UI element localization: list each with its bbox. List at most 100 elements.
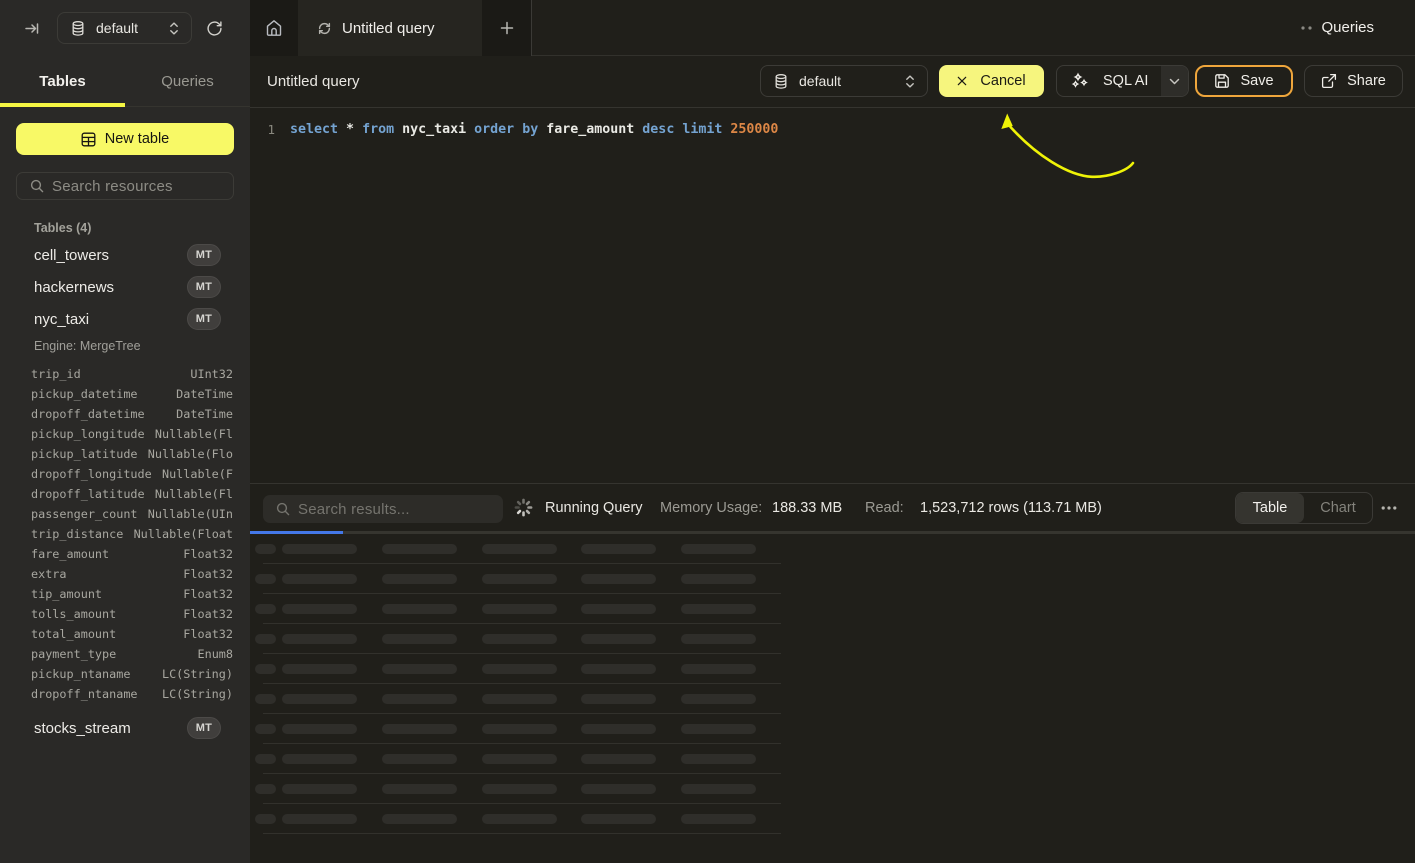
queries-launcher-label: Queries: [1321, 19, 1374, 36]
share-button[interactable]: Share: [1304, 65, 1403, 97]
skeleton-row: [250, 654, 1415, 684]
home-icon: [265, 19, 283, 37]
tab-untitled-query[interactable]: Untitled query: [298, 0, 482, 56]
app: default: [0, 0, 1415, 863]
memory-usage-value: 188.33 MB: [772, 484, 842, 531]
column-name: pickup_datetime: [31, 387, 138, 401]
sql-token: from: [362, 122, 402, 137]
column-type: LC(String): [162, 667, 233, 681]
column-row: passenger_countNullable(UIn: [0, 504, 250, 524]
topbar-right: Queries: [532, 0, 1415, 56]
share-label: Share: [1347, 73, 1386, 89]
sql-token: nyc_taxi: [402, 122, 474, 137]
database-icon: [775, 74, 787, 89]
column-type: Float32: [183, 607, 233, 621]
cancel-button[interactable]: Cancel: [939, 65, 1044, 97]
skeleton-cell: [382, 724, 457, 734]
sql-ai-label: SQL AI: [1103, 73, 1148, 89]
database-name: default: [96, 20, 138, 36]
save-button[interactable]: Save: [1195, 65, 1293, 97]
queries-launcher[interactable]: Queries: [1301, 19, 1374, 36]
skeleton-cell: [282, 784, 357, 794]
table-row-stocks_stream[interactable]: stocks_streamMT: [0, 712, 250, 744]
skeleton-cell: [382, 754, 457, 764]
search-icon: [276, 502, 290, 516]
ellipsis-icon: [1381, 506, 1397, 510]
column-row: pickup_ntanameLC(String): [0, 664, 250, 684]
column-row: dropoff_longitudeNullable(F: [0, 464, 250, 484]
skeleton-cell: [382, 694, 457, 704]
column-row: fare_amountFloat32: [0, 544, 250, 564]
column-name: tolls_amount: [31, 607, 116, 621]
sql-ai-button[interactable]: SQL AI: [1056, 65, 1189, 97]
sql-token: order by: [474, 122, 546, 137]
database-name: default: [799, 73, 841, 89]
new-tab-button[interactable]: [482, 0, 531, 56]
cancel-label: Cancel: [980, 73, 1025, 89]
table-name: hackernews: [34, 279, 114, 296]
skeleton-row: [250, 564, 1415, 594]
dots-icon: [1301, 26, 1312, 30]
skeleton-cell: [581, 574, 656, 584]
table-name: stocks_stream: [34, 720, 131, 737]
skeleton-cell: [581, 604, 656, 614]
skeleton-cell: [382, 634, 457, 644]
sync-running-icon: [318, 22, 331, 35]
sidebar-tab-tables[interactable]: Tables: [0, 56, 125, 106]
skeleton-cell: [282, 664, 357, 674]
skeleton-cell: [255, 664, 276, 674]
more-options-button[interactable]: [1381, 500, 1397, 516]
skeleton-cell: [581, 544, 656, 554]
database-selector-topbar[interactable]: default: [57, 12, 192, 44]
skeleton-cell: [255, 634, 276, 644]
sql-ai-dropdown[interactable]: [1161, 66, 1188, 96]
skeleton-cell: [382, 604, 457, 614]
memory-usage-label: Memory Usage:: [660, 484, 762, 531]
home-button[interactable]: [250, 0, 298, 56]
sidebar-search[interactable]: [16, 172, 234, 200]
column-row: tolls_amount Float32: [0, 604, 250, 624]
refresh-button[interactable]: [205, 19, 223, 37]
engine-badge: MT: [187, 308, 221, 330]
new-table-button[interactable]: New table: [16, 123, 234, 155]
tables-section-label: Tables (4): [0, 221, 250, 235]
skeleton-cell: [681, 784, 756, 794]
query-status: Running Query: [545, 484, 643, 531]
view-toggle-chart[interactable]: Chart: [1304, 493, 1372, 523]
column-name: dropoff_latitude: [31, 487, 145, 501]
skeleton-cell: [581, 664, 656, 674]
body-row: Tables Queries New table Tables (4) cell…: [0, 56, 1415, 863]
column-type: Nullable(Fl: [155, 427, 233, 441]
read-label: Read:: [865, 484, 904, 531]
column-name: pickup_latitude: [31, 447, 138, 461]
column-name: tip_amount: [31, 587, 102, 601]
chevron-up-down-icon: [905, 74, 915, 89]
sql-token: select: [290, 122, 346, 137]
collapse-sidebar-button[interactable]: [24, 20, 41, 37]
sql-editor[interactable]: 1 select * from nyc_taxi order by fare_a…: [250, 108, 1415, 483]
sql-ai-main[interactable]: SQL AI: [1057, 66, 1161, 96]
column-row: dropoff_datetimeDateTime: [0, 404, 250, 424]
skeleton-cell: [581, 754, 656, 764]
skeleton-cell: [482, 664, 557, 674]
skeleton-cell: [681, 724, 756, 734]
column-name: fare_amount: [31, 547, 109, 561]
sidebar-tab-queries[interactable]: Queries: [125, 56, 250, 106]
view-toggle-table[interactable]: Table: [1236, 493, 1304, 523]
results-search-input[interactable]: [298, 501, 488, 518]
engine-badge: MT: [187, 244, 221, 266]
skeleton-cell: [482, 544, 557, 554]
database-selector-header[interactable]: default: [760, 65, 928, 97]
skeleton-row: [250, 594, 1415, 624]
table-row-hackernews[interactable]: hackernewsMT: [0, 271, 250, 303]
sidebar-search-input[interactable]: [52, 178, 222, 195]
table-row-cell_towers[interactable]: cell_towersMT: [0, 239, 250, 271]
column-row: payment_typeEnum8: [0, 644, 250, 664]
chevron-down-icon: [1169, 78, 1180, 85]
database-icon: [72, 21, 84, 36]
table-row-nyc_taxi[interactable]: nyc_taxiMT: [0, 303, 250, 335]
results-search[interactable]: [263, 495, 503, 523]
skeleton-cell: [482, 604, 557, 614]
read-value: 1,523,712 rows (113.71 MB): [920, 484, 1102, 531]
results-toolbar: Running Query Memory Usage: 188.33 MB Re…: [250, 483, 1415, 531]
